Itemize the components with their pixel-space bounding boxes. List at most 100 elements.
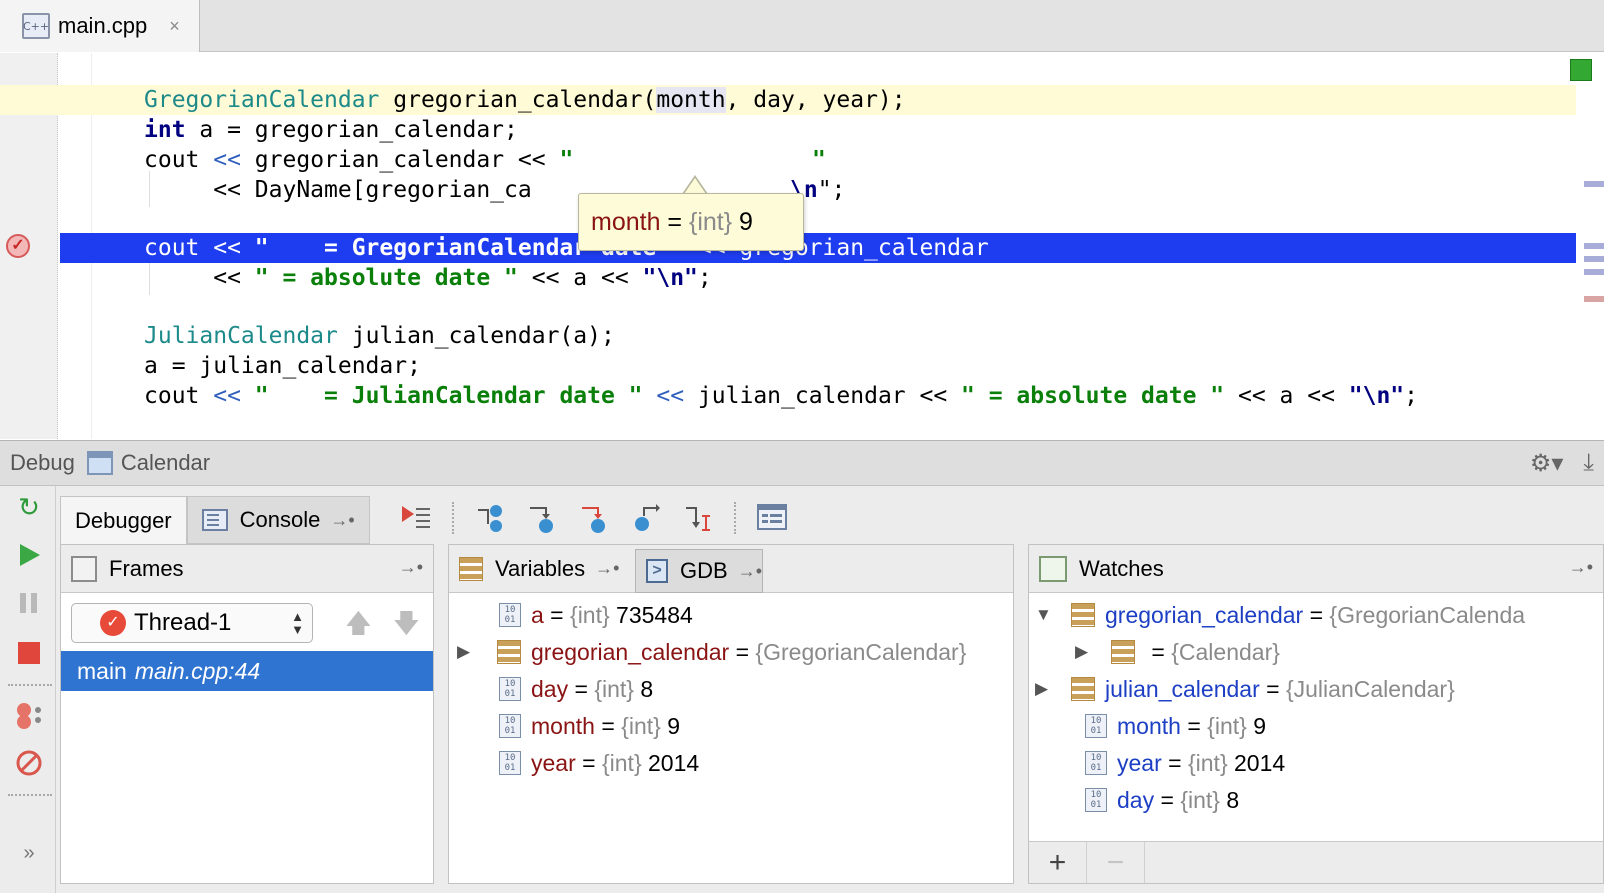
variable-row[interactable]: ▶ gregorian_calendar = {GregorianCalenda…	[457, 634, 966, 670]
close-tab-icon[interactable]: ×	[169, 16, 180, 37]
pin-icon[interactable]: →•	[738, 561, 762, 582]
code-editor[interactable]: ✓ GregorianCalendar gregorian_calendar(m…	[0, 53, 1604, 439]
code-token-operator: <<	[642, 383, 685, 409]
view-breakpoints-button[interactable]	[14, 700, 44, 730]
more-actions-icon[interactable]: »	[14, 838, 44, 868]
next-frame-icon[interactable]: 🡇	[393, 605, 420, 649]
step-out-icon	[635, 504, 660, 531]
stop-button[interactable]	[14, 638, 44, 668]
rerun-icon[interactable]: ↻	[14, 492, 44, 522]
code-token: a = gregorian_calendar;	[185, 117, 518, 143]
tooltip-arrow	[684, 178, 706, 194]
show-execution-point-icon	[402, 506, 430, 528]
equals: =	[568, 675, 595, 702]
expand-arrow-icon[interactable]: ▶	[1035, 679, 1055, 699]
pin-icon[interactable]: →•	[1569, 557, 1593, 578]
caret-word: month	[656, 87, 726, 113]
primitive-icon: 10 01	[499, 603, 521, 627]
watch-value: 2014	[1227, 749, 1286, 776]
code-line-7[interactable]: JulianCalendar julian_calendar(a);	[60, 321, 1576, 351]
primitive-icon: 10 01	[1085, 714, 1107, 738]
code-line-8[interactable]: a = julian_calendar;	[60, 351, 1576, 381]
previous-frame-icon[interactable]: 🡅	[345, 605, 372, 649]
watches-header: Watches →•	[1029, 545, 1603, 593]
frame-row-selected[interactable]: main main.cpp:44	[61, 651, 433, 691]
watch-value: 8	[1219, 786, 1240, 813]
variable-row[interactable]: 10 01 a = {int} 735484	[469, 597, 693, 633]
pin-icon[interactable]: →•	[399, 557, 423, 578]
tab-variables[interactable]: Variables	[495, 556, 585, 582]
error-stripe-mark[interactable]	[1584, 243, 1604, 249]
file-tab-main-cpp[interactable]: C++ main.cpp ×	[0, 0, 200, 52]
watches-title: Watches	[1079, 555, 1164, 581]
tab-console[interactable]: Console →•	[186, 496, 370, 544]
watch-row[interactable]: 10 01 month = {int} 9	[1045, 708, 1266, 744]
frames-icon	[71, 555, 97, 582]
hide-window-icon[interactable]: ⤓	[1583, 449, 1594, 478]
debug-tabs: Debugger Console →•	[60, 496, 370, 544]
tab-debugger[interactable]: Debugger	[60, 496, 187, 544]
variable-row[interactable]: 10 01 month = {int} 9	[469, 708, 680, 744]
watch-value: 9	[1246, 712, 1266, 739]
step-over-button[interactable]	[474, 502, 506, 534]
watch-row[interactable]: ▼ gregorian_calendar = {GregorianCalenda	[1035, 597, 1525, 633]
tab-gdb[interactable]: > GDB →•	[635, 549, 763, 593]
thread-selector[interactable]: ✓ Thread-1 ▲ ▼	[71, 603, 313, 643]
variable-name: year	[531, 749, 576, 776]
debug-side-toolbar: ↻ »	[0, 486, 56, 893]
variable-name: gregorian_calendar	[531, 638, 730, 665]
watch-row[interactable]: 10 01 day = {int} 8	[1045, 782, 1239, 818]
watch-row[interactable]: ▶ julian_calendar = {JulianCalendar}	[1035, 671, 1455, 707]
error-stripe-mark[interactable]	[1584, 256, 1604, 262]
code-token-type: JulianCalendar	[144, 323, 338, 349]
expand-arrow-icon[interactable]: ▶	[1075, 642, 1095, 662]
show-execution-point-button[interactable]	[400, 502, 432, 534]
watches-panel: Watches →• ▼ gregorian_calendar = {Grego…	[1028, 544, 1604, 884]
watch-name: year	[1117, 749, 1162, 776]
breakpoint-icon[interactable]: ✓	[6, 234, 30, 258]
value-tooltip: month = {int} 9	[578, 193, 804, 251]
code-line-9[interactable]: cout << " = JulianCalendar date " << jul…	[60, 381, 1576, 411]
pause-button[interactable]	[14, 588, 44, 618]
code-token: <<	[517, 147, 546, 173]
error-stripe-mark[interactable]	[1584, 269, 1604, 275]
pin-icon[interactable]: →•	[595, 558, 619, 579]
expand-arrow-icon[interactable]: ▶	[457, 642, 477, 662]
variable-row[interactable]: 10 01 year = {int} 2014	[469, 745, 699, 781]
variable-value: 8	[633, 675, 654, 702]
remove-watch-button[interactable]: −	[1087, 841, 1145, 883]
watch-type: {GregorianCalenda	[1329, 601, 1526, 628]
settings-gear-icon[interactable]: ⚙▾	[1530, 449, 1564, 478]
variable-row[interactable]: 10 01 day = {int} 8	[469, 671, 653, 707]
code-line-4[interactable]: << DayName[gregorian_ca \n";	[60, 175, 1576, 205]
equals: =	[1145, 638, 1172, 665]
watch-row[interactable]: ▶ = {Calendar}	[1075, 634, 1280, 670]
code-token: gregorian_calendar	[240, 147, 518, 173]
cpp-file-icon: C++	[22, 13, 50, 39]
equals: =	[729, 638, 756, 665]
pin-icon[interactable]: →•	[330, 510, 354, 531]
code-token: << a <<	[517, 265, 643, 291]
step-into-button[interactable]	[526, 502, 558, 534]
code-line-1[interactable]: GregorianCalendar gregorian_calendar(mon…	[0, 85, 1576, 115]
stop-icon	[18, 642, 40, 664]
evaluate-expression-button[interactable]	[756, 502, 788, 534]
watch-row[interactable]: 10 01 year = {int} 2014	[1045, 745, 1285, 781]
code-line-2[interactable]: int a = gregorian_calendar;	[60, 115, 1576, 145]
error-stripe-mark[interactable]	[1584, 296, 1604, 302]
watch-name: gregorian_calendar	[1105, 601, 1304, 628]
error-stripe-mark[interactable]	[1584, 181, 1604, 187]
mute-breakpoints-button[interactable]	[14, 748, 44, 778]
step-out-button[interactable]	[630, 502, 662, 534]
expand-arrow-icon[interactable]: ▼	[1035, 605, 1055, 625]
add-watch-button[interactable]: +	[1029, 841, 1087, 883]
run-to-cursor-button[interactable]	[682, 502, 714, 534]
watch-name: julian_calendar	[1105, 675, 1260, 702]
force-step-into-button[interactable]	[578, 502, 610, 534]
equals: =	[1303, 601, 1330, 628]
code-line-6[interactable]: << " = absolute date " << a << "\n";	[60, 263, 1576, 293]
run-config-name[interactable]: Calendar	[121, 450, 210, 476]
resume-button[interactable]	[14, 540, 44, 570]
code-line-3[interactable]: cout << gregorian_calendar << " "	[60, 145, 1576, 175]
code-line-breakpoint[interactable]: cout << " = GregorianCalendar date " << …	[60, 233, 1576, 263]
